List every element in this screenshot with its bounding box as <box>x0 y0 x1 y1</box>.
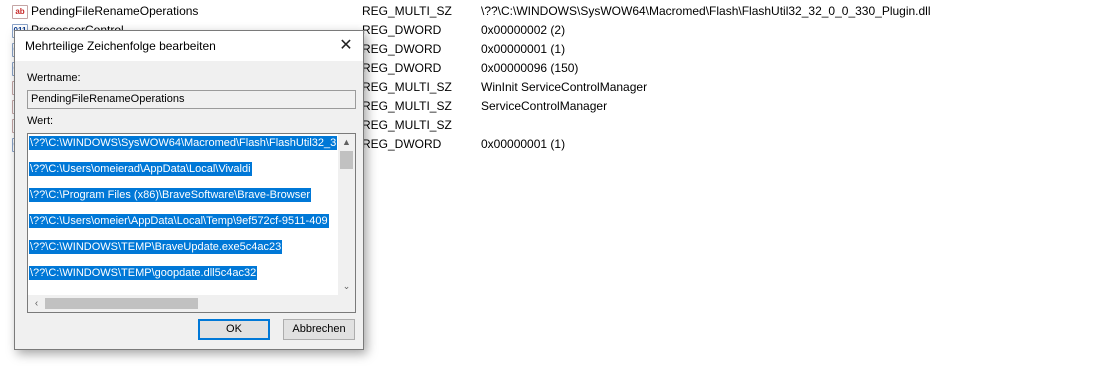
close-icon[interactable]: ✕ <box>329 31 363 61</box>
value-type: REG_DWORD <box>362 23 442 37</box>
scroll-down-icon[interactable]: ⌄ <box>338 278 355 295</box>
value-lines: \??\C:\WINDOWS\SysWOW64\Macromed\Flash\F… <box>29 134 339 296</box>
value-line: \??\C:\Users\omeierad\AppData\Local\Viva… <box>29 162 252 176</box>
ok-button[interactable]: OK <box>198 319 270 340</box>
value-name: PendingFileRenameOperations <box>31 4 199 18</box>
value-type: REG_MULTI_SZ <box>362 80 452 94</box>
value-data: 0x00000001 (1) <box>481 137 566 151</box>
cancel-button[interactable]: Abbrechen <box>283 319 355 340</box>
edit-multi-string-dialog: Mehrteilige Zeichenfolge bearbeiten ✕ We… <box>14 30 364 350</box>
registry-row[interactable]: ab PendingFileRenameOperations REG_MULTI… <box>0 2 1102 21</box>
value-line: \??\C:\WINDOWS\SysWOW64\Macromed\Flash\F… <box>29 136 338 150</box>
value-data: ServiceControlManager <box>481 99 608 113</box>
string-value-icon: ab <box>12 5 28 19</box>
value-data-label: Wert: <box>27 115 54 127</box>
value-type: REG_MULTI_SZ <box>362 118 452 132</box>
value-data: 0x00000002 (2) <box>481 23 566 37</box>
value-type: REG_DWORD <box>362 137 442 151</box>
scroll-corner <box>338 295 355 312</box>
value-line: \??\C:\WINDOWS\TEMP\BraveUpdate.exe5c4ac… <box>29 240 283 254</box>
value-type: REG_MULTI_SZ <box>362 99 452 113</box>
value-type: REG_DWORD <box>362 61 442 75</box>
value-data: 0x00000001 (1) <box>481 42 566 56</box>
value-line: \??\C:\Program Files (x86)\BraveSoftware… <box>29 188 311 202</box>
value-data-textarea[interactable]: \??\C:\WINDOWS\SysWOW64\Macromed\Flash\F… <box>27 133 356 313</box>
scroll-left-icon[interactable]: ‹ <box>28 295 45 312</box>
horizontal-scrollbar[interactable]: ‹ › <box>28 295 348 312</box>
value-type: REG_MULTI_SZ <box>362 4 452 18</box>
value-data: \??\C:\WINDOWS\SysWOW64\Macromed\Flash\F… <box>481 4 931 18</box>
horizontal-scroll-thumb[interactable] <box>45 298 198 309</box>
value-name-label: Wertname: <box>27 72 81 84</box>
value-line: \??\C:\Users\omeier\AppData\Local\Temp\9… <box>29 214 329 228</box>
value-data: 0x00000096 (150) <box>481 61 579 75</box>
dialog-titlebar[interactable]: Mehrteilige Zeichenfolge bearbeiten ✕ <box>15 31 363 61</box>
scroll-up-icon[interactable]: ▲ <box>338 134 355 151</box>
value-name-field: PendingFileRenameOperations <box>27 90 356 109</box>
value-line: \??\C:\WINDOWS\TEMP\goopdate.dll5c4ac32 <box>29 266 258 280</box>
vertical-scroll-thumb[interactable] <box>340 151 353 169</box>
dialog-title: Mehrteilige Zeichenfolge bearbeiten <box>25 39 216 53</box>
registry-editor-window: ab PendingFileRenameOperations REG_MULTI… <box>0 0 1102 376</box>
vertical-scrollbar[interactable]: ▲ ⌄ <box>338 134 355 295</box>
value-data: WinInit ServiceControlManager <box>481 80 648 94</box>
value-type: REG_DWORD <box>362 42 442 56</box>
